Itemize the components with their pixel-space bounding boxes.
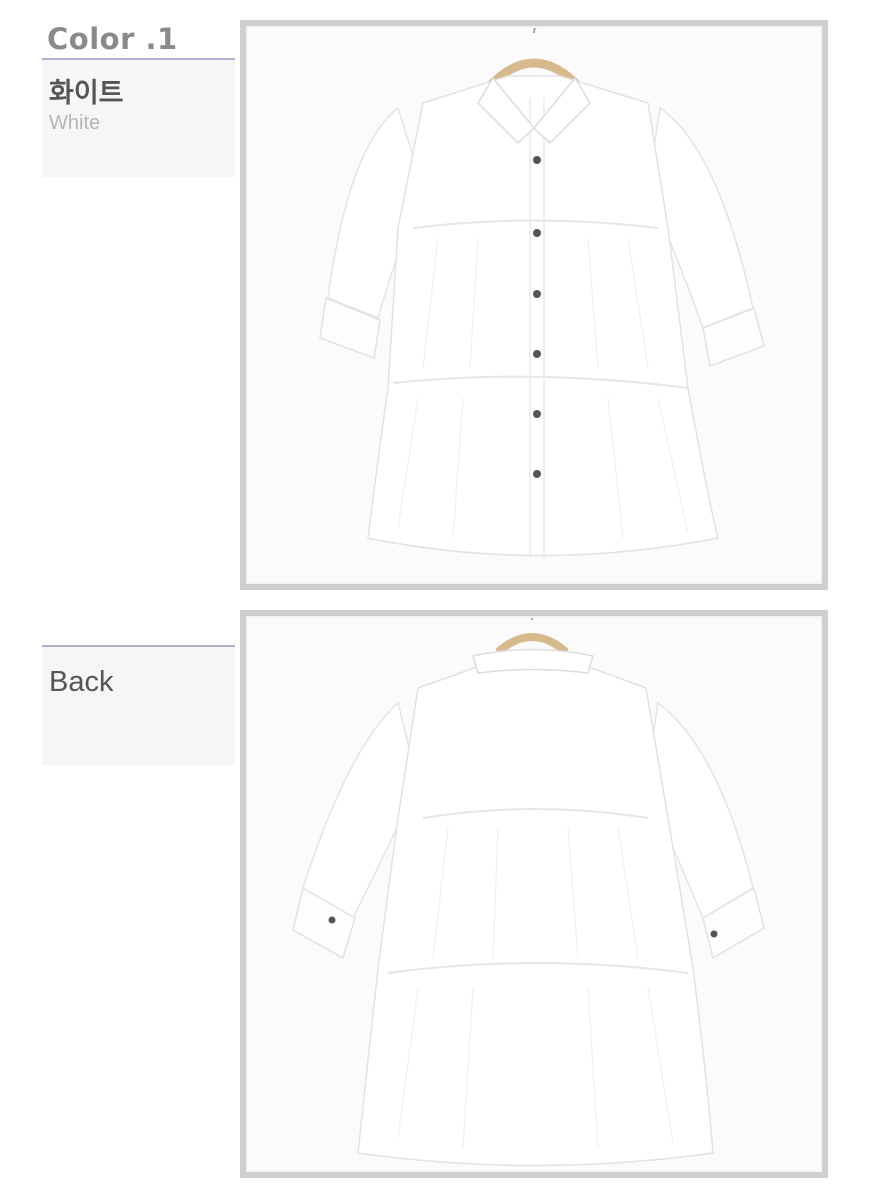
- back-shirt-illustration: [248, 618, 820, 1170]
- back-photo-frame: [240, 610, 828, 1178]
- back-label-panel: Back: [42, 645, 235, 765]
- color-name-box: 화이트 White: [42, 60, 235, 177]
- color-label-panel: Color .1 화이트 White: [42, 22, 235, 177]
- front-photo: [246, 26, 822, 584]
- front-photo-frame: [240, 20, 828, 590]
- back-heading: Back: [49, 666, 114, 698]
- back-photo: [246, 616, 822, 1172]
- front-shirt-illustration: [248, 28, 820, 582]
- back-name-box: Back: [42, 647, 235, 765]
- color-heading: Color .1: [47, 22, 178, 56]
- color-name-korean: 화이트: [49, 78, 124, 109]
- color-name-english: White: [49, 112, 101, 134]
